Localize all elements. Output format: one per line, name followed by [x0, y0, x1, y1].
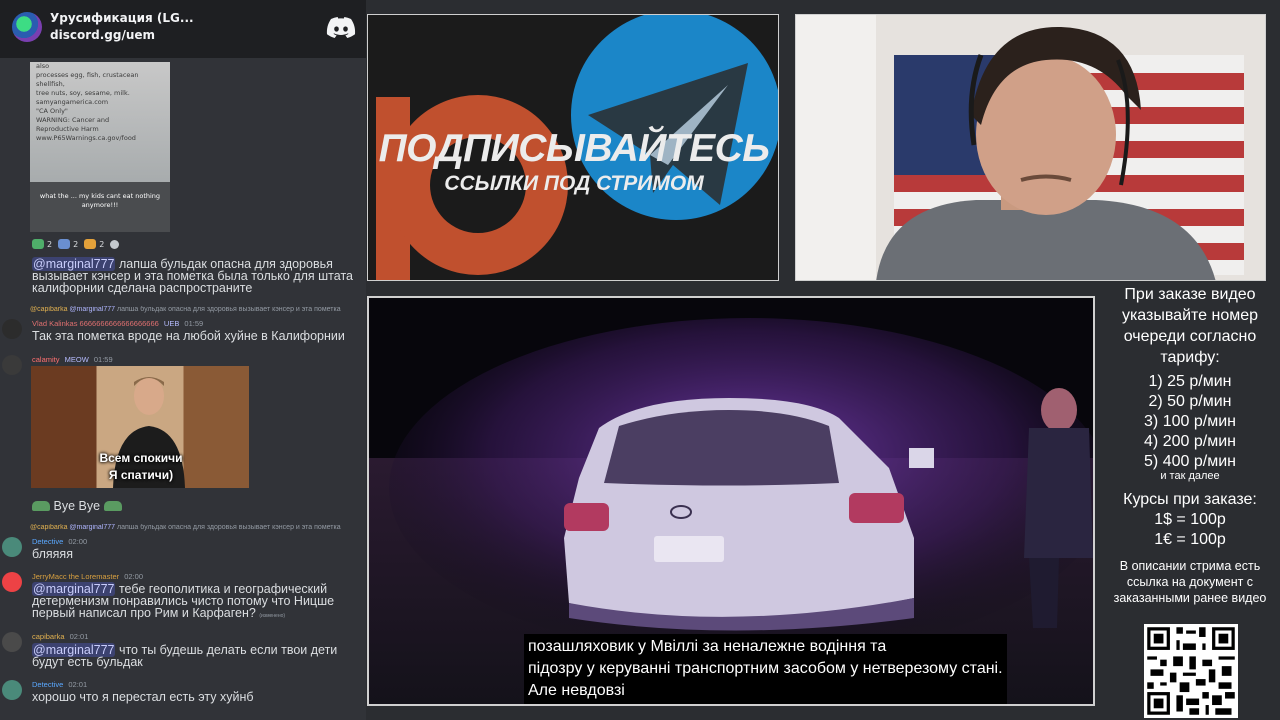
reaction[interactable]: 2 — [58, 239, 78, 249]
reply-preview[interactable]: @capibarka @marginal777 лапша бульдак оп… — [30, 306, 366, 313]
tariff-list: 1) 25 р/мин 2) 50 р/мин 3) 100 р/мин 4) … — [1100, 372, 1280, 472]
message-text: хорошо что я перестал есть эту хуйнб — [32, 690, 254, 704]
avatar[interactable] — [2, 680, 22, 700]
add-reaction-icon[interactable] — [110, 240, 120, 249]
message-text: Так эта пометка вроде на любой хуйне в К… — [32, 329, 345, 343]
role-badge: MEOW — [64, 355, 89, 364]
message-header: JerryMacc the Loremaster 02:00 — [32, 572, 143, 581]
reactions: 2 2 2 — [32, 239, 120, 249]
gif-attachment[interactable]: Всем спокичи Я спатичи) — [31, 366, 249, 488]
chat-message: Bye Bye — [32, 500, 364, 512]
reaction[interactable]: 2 — [32, 239, 52, 249]
emoji-icon — [32, 501, 50, 511]
tariff-item: 1) 25 р/мин — [1148, 373, 1232, 390]
author-name[interactable]: Detective — [32, 680, 63, 689]
reaction-count: 2 — [99, 239, 105, 249]
reaction-count: 2 — [73, 239, 79, 249]
tariff-item: 3) 100 р/мин — [1144, 413, 1236, 430]
description-note: В описании стрима есть ссылка на докумен… — [1113, 559, 1267, 605]
author-name[interactable]: JerryMacc the Loremaster — [32, 572, 119, 581]
author-name[interactable]: capibarka — [32, 632, 65, 641]
meme-image[interactable]: also processes egg, fish, crustacean she… — [30, 62, 170, 232]
webcam-feed — [796, 15, 1265, 280]
server-icon[interactable] — [12, 12, 42, 42]
author-name[interactable]: Vlad Kalinkas — [32, 319, 77, 328]
promo-subtitle: ССЫЛКИ ПОД СТРИМОМ — [444, 172, 704, 195]
main-video[interactable]: позашляховик у Мвіллі за неналежне водін… — [367, 296, 1095, 706]
avatar[interactable] — [2, 572, 22, 592]
edited-label: (изменено) — [259, 613, 286, 619]
video-subtitles: позашляховик у Мвіллі за неналежне водін… — [524, 634, 1007, 704]
rate-item: 1€ = 100р — [1154, 531, 1226, 548]
author-name[interactable]: calamity — [32, 355, 60, 364]
tariff-item: 2) 50 р/мин — [1148, 393, 1232, 410]
promo-panel: ПОДПИСЫВАЙТЕСЬ ССЫЛКИ ПОД СТРИМОМ — [367, 14, 779, 281]
message-text: бляяяя — [32, 547, 73, 561]
reply-preview[interactable]: @capibarka @marginal777 лапша бульдак оп… — [30, 524, 366, 531]
timestamp: 01:59 — [184, 319, 204, 328]
avatar[interactable] — [2, 319, 22, 339]
author-name[interactable]: Detective — [32, 537, 63, 546]
server-invite-link[interactable]: discord.gg/uem — [50, 28, 155, 42]
reaction-count: 2 — [47, 239, 53, 249]
emoji-icon — [103, 501, 122, 511]
tariff-item: 4) 200 р/мин — [1144, 433, 1236, 450]
meme-caption: what the ... my kids cant eat nothing an… — [39, 192, 161, 209]
server-name: Урусификация (LG... — [50, 11, 194, 25]
message-text: Bye Bye — [53, 499, 101, 513]
meme-package-text: also processes egg, fish, crustacean she… — [36, 62, 139, 142]
message-header: Vlad Kalinkas 6666666666666666666 UEB 01… — [32, 319, 204, 328]
avatar[interactable] — [2, 355, 22, 375]
timestamp: 02:01 — [69, 632, 89, 641]
reaction-emoji-icon — [32, 239, 44, 249]
order-heading: При заказе видео указывайте номер очеред… — [1121, 286, 1259, 366]
message-header: Detective 02:01 — [32, 680, 87, 689]
tariff-item: 5) 400 р/мин — [1144, 453, 1236, 470]
role-badge: UEB — [163, 319, 180, 328]
chat-header: Урусификация (LG... discord.gg/uem — [0, 0, 366, 58]
chat-message: @marginal777 лапша бульдак опасна для зд… — [32, 257, 364, 294]
promo-title: ПОДПИСЫВАЙТЕСЬ — [378, 127, 770, 170]
reaction[interactable]: 2 — [84, 239, 104, 249]
avatar[interactable] — [2, 537, 22, 557]
message-header: capibarka 02:01 — [32, 632, 88, 641]
streamer-webcam — [795, 14, 1266, 281]
chat-message: @marginal777 что ты будешь делать если т… — [32, 643, 364, 668]
subtitle-line: підозру у керуванні транспортним засобом… — [528, 660, 1003, 677]
timestamp: 02:01 — [68, 680, 88, 689]
order-info-panel: При заказе видео указывайте номер очеред… — [1100, 282, 1280, 720]
tariff-more: и так далее — [1160, 470, 1220, 482]
gif-caption: Всем спокичи Я спатичи) — [99, 451, 183, 482]
qr-code-icon[interactable] — [1144, 624, 1238, 718]
subtitle-line: Але невдовзі — [528, 682, 625, 699]
message-header: calamity MEOW 01:59 — [32, 355, 113, 364]
rate-item: 1$ = 100р — [1154, 511, 1226, 528]
discord-logo-icon — [326, 17, 356, 38]
message-header: Detective 02:00 — [32, 537, 87, 546]
reaction-emoji-icon — [84, 239, 97, 249]
rates-list: 1$ = 100р 1€ = 100р — [1100, 510, 1280, 550]
chat-message: @marginal777 тебе геополитика и географи… — [32, 582, 364, 622]
timestamp: 02:00 — [124, 572, 143, 581]
timestamp: 02:00 — [68, 537, 88, 546]
reaction-emoji-icon — [58, 239, 71, 249]
timestamp: 01:59 — [93, 355, 113, 364]
avatar[interactable] — [2, 632, 22, 652]
discord-chat-overlay: Урусификация (LG... discord.gg/uem also … — [0, 0, 366, 720]
subtitle-line: позашляховик у Мвіллі за неналежне водін… — [528, 638, 887, 655]
rates-heading: Курсы при заказе: — [1123, 491, 1257, 508]
